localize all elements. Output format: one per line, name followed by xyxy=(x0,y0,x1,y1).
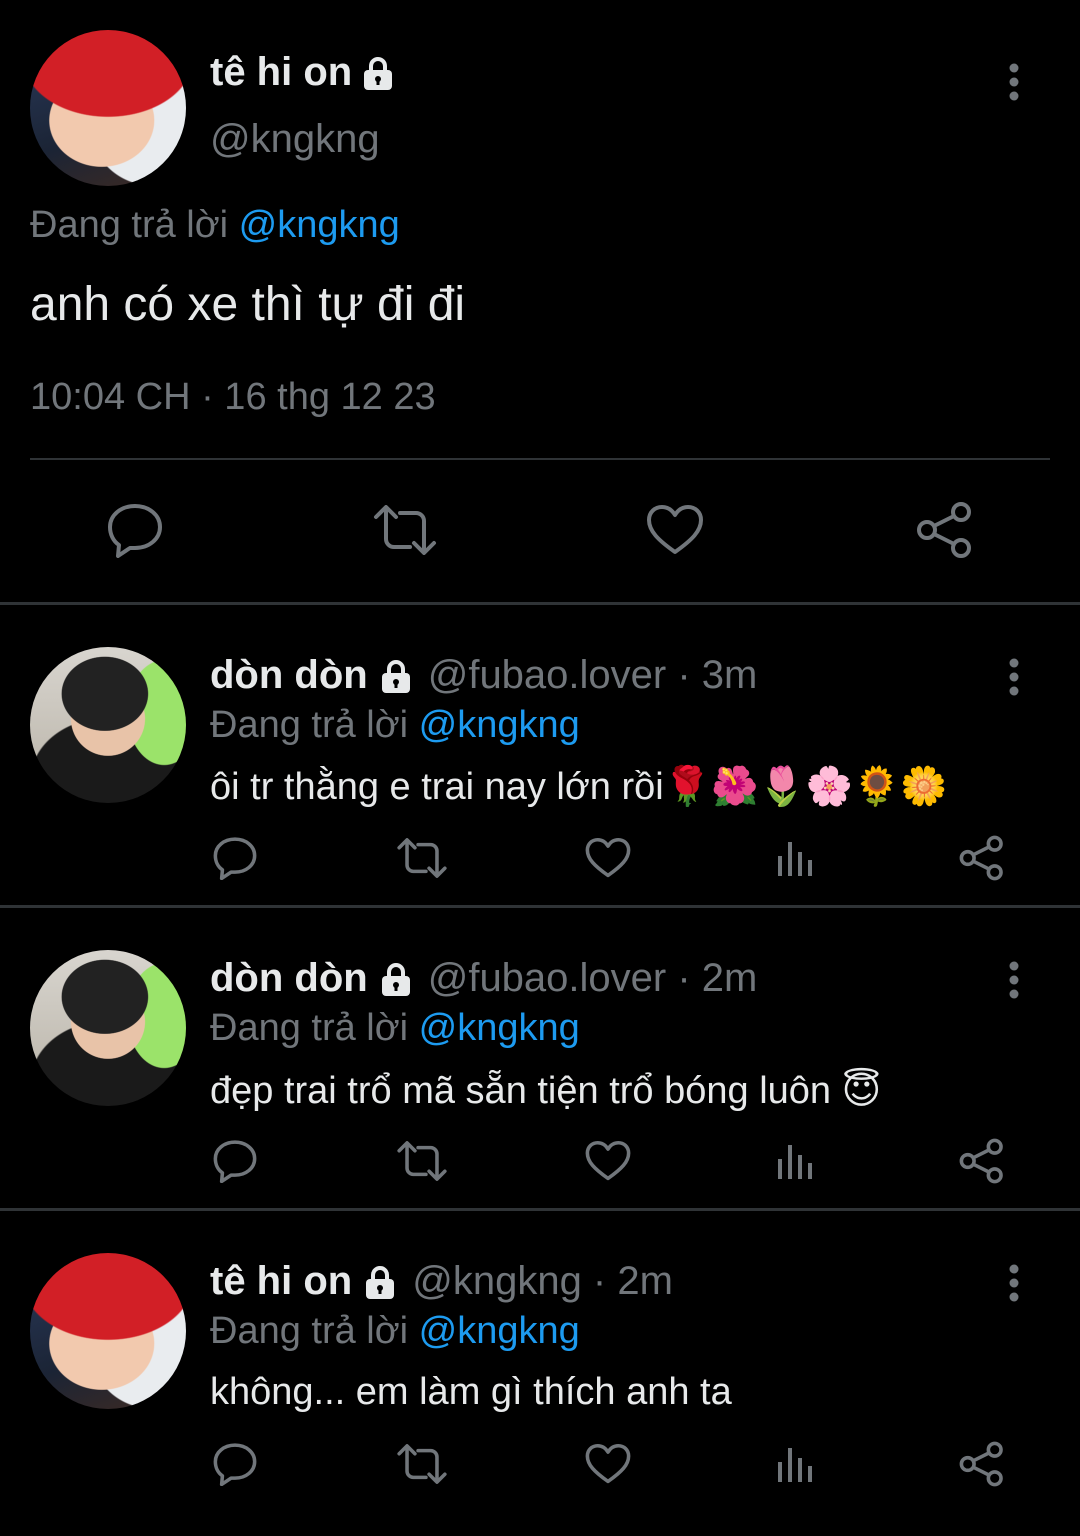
tweet-actions xyxy=(0,498,1080,562)
display-name[interactable]: dòn dòn xyxy=(210,653,368,698)
replying-to: Đang trả lời @kngkng xyxy=(210,1310,1020,1353)
share-icon xyxy=(959,1138,1005,1184)
avatar[interactable] xyxy=(30,647,186,803)
more-icon xyxy=(1008,1264,1020,1302)
handle-time: @fubao.lover · 3m xyxy=(427,653,758,697)
lock-icon xyxy=(362,1264,398,1300)
analytics-icon xyxy=(775,1444,815,1484)
display-name[interactable]: tê hi on xyxy=(210,50,352,95)
reply-icon xyxy=(212,1139,258,1183)
focused-tweet: tê hi on @kngkng Đang trả lời @kngkng an… xyxy=(0,0,1080,574)
more-icon xyxy=(1008,658,1020,696)
timestamp[interactable]: 10:04 CH · 16 thg 12 23 xyxy=(30,376,1050,419)
tweet-text: ôi tr thằng e trai nay lớn rồi🌹🌺🌷🌸🌻🌼 xyxy=(210,766,948,808)
reply-header: dòn dòn @fubao.lover · 2m xyxy=(210,956,1020,1001)
reply-header: dòn dòn @fubao.lover · 3m xyxy=(210,653,1020,698)
tweet-thread: tê hi on @kngkng Đang trả lời @kngkng an… xyxy=(0,0,1080,1536)
replying-prefix: Đang trả lời xyxy=(30,204,229,246)
replying-mention-link[interactable]: @kngkng xyxy=(419,1310,580,1352)
like-icon xyxy=(585,837,631,879)
retweet-icon xyxy=(396,1141,448,1181)
divider xyxy=(30,458,1050,460)
tweet-text: không... em làm gì thích anh ta xyxy=(210,1371,732,1413)
retweet-icon xyxy=(372,505,438,555)
reply-button[interactable] xyxy=(103,498,167,562)
retweet-button[interactable] xyxy=(373,498,437,562)
handle-time: @fubao.lover · 2m xyxy=(427,956,758,1000)
display-name[interactable]: tê hi on xyxy=(210,1259,352,1304)
views-button[interactable] xyxy=(770,833,820,883)
avatar[interactable] xyxy=(30,30,186,186)
share-button[interactable] xyxy=(913,498,977,562)
replying-to: Đang trả lời @kngkng xyxy=(30,204,1050,247)
lock-icon xyxy=(360,55,396,91)
views-button[interactable] xyxy=(770,1136,820,1186)
share-icon xyxy=(959,835,1005,881)
tweet-text: anh có xe thì tự đi đi xyxy=(30,278,466,331)
replying-mention-link[interactable]: @kngkng xyxy=(239,204,400,246)
like-icon xyxy=(646,504,704,556)
more-options-button[interactable] xyxy=(994,960,1034,1000)
share-button[interactable] xyxy=(957,1136,1007,1186)
tweet-actions xyxy=(0,1136,1080,1186)
more-options-button[interactable] xyxy=(994,1263,1034,1303)
more-options-button[interactable] xyxy=(994,62,1034,102)
like-button[interactable] xyxy=(583,1136,633,1186)
tweet-actions xyxy=(0,1439,1080,1489)
like-button[interactable] xyxy=(643,498,707,562)
retweet-icon xyxy=(396,838,448,878)
handle[interactable]: @kngkng xyxy=(210,117,396,162)
replying-prefix: Đang trả lời xyxy=(210,1310,409,1352)
like-button[interactable] xyxy=(583,833,633,883)
like-icon xyxy=(585,1443,631,1485)
reply-icon xyxy=(212,1442,258,1486)
reply-button[interactable] xyxy=(210,833,260,883)
replying-to: Đang trả lời @kngkng xyxy=(210,704,1020,747)
reply-button[interactable] xyxy=(210,1439,260,1489)
handle-time: @kngkng · 2m xyxy=(412,1259,673,1303)
analytics-icon xyxy=(775,1141,815,1181)
share-button[interactable] xyxy=(957,833,1007,883)
more-icon xyxy=(1008,961,1020,999)
replying-prefix: Đang trả lời xyxy=(210,1007,409,1049)
replying-mention-link[interactable]: @kngkng xyxy=(419,1007,580,1049)
like-button[interactable] xyxy=(583,1439,633,1489)
reply-tweet[interactable]: dòn dòn @fubao.lover · 3m Đang trả lời @… xyxy=(0,605,1080,905)
tweet-actions xyxy=(0,833,1080,883)
more-icon xyxy=(1008,63,1020,101)
avatar[interactable] xyxy=(30,1253,186,1409)
tweet-text: đẹp trai trổ mã sẵn tiện trổ bóng luôn 😇 xyxy=(210,1070,882,1112)
share-icon xyxy=(959,1441,1005,1487)
replying-prefix: Đang trả lời xyxy=(210,704,409,746)
lock-icon xyxy=(378,658,414,694)
reply-header: tê hi on @kngkng · 2m xyxy=(210,1259,1020,1304)
more-options-button[interactable] xyxy=(994,657,1034,697)
reply-icon xyxy=(212,836,258,880)
views-button[interactable] xyxy=(770,1439,820,1489)
lock-icon xyxy=(378,961,414,997)
share-button[interactable] xyxy=(957,1439,1007,1489)
display-name[interactable]: dòn dòn xyxy=(210,956,368,1001)
reply-tweet[interactable]: dòn dòn @fubao.lover · 2m Đang trả lời @… xyxy=(0,908,1080,1208)
share-icon xyxy=(916,501,974,559)
retweet-button[interactable] xyxy=(397,833,447,883)
reply-icon xyxy=(106,502,164,558)
replying-mention-link[interactable]: @kngkng xyxy=(419,704,580,746)
retweet-icon xyxy=(396,1444,448,1484)
retweet-button[interactable] xyxy=(397,1439,447,1489)
display-name-row[interactable]: tê hi on xyxy=(210,50,396,95)
reply-button[interactable] xyxy=(210,1136,260,1186)
analytics-icon xyxy=(775,838,815,878)
avatar[interactable] xyxy=(30,950,186,1106)
retweet-button[interactable] xyxy=(397,1136,447,1186)
replying-to: Đang trả lời @kngkng xyxy=(210,1007,1020,1050)
reply-tweet[interactable]: tê hi on @kngkng · 2m Đang trả lời @kngk… xyxy=(0,1211,1080,1511)
like-icon xyxy=(585,1140,631,1182)
